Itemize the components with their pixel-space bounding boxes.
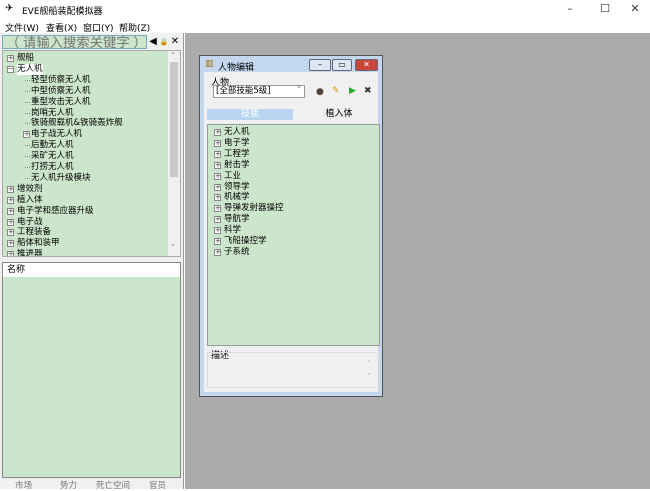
- expander-icon[interactable]: +: [7, 229, 14, 237]
- tree-connector: [25, 156, 30, 158]
- delete-icon[interactable]: ✖: [364, 86, 372, 96]
- tree-item[interactable]: 中型侦察无人机: [31, 86, 91, 97]
- dialog-close-button[interactable]: ✕: [355, 59, 378, 71]
- expander-icon[interactable]: +: [214, 216, 221, 224]
- minimize-button[interactable]: –: [555, 2, 585, 16]
- tree-item[interactable]: 植入体: [17, 195, 43, 206]
- expander-icon[interactable]: +: [7, 55, 14, 62]
- tab-implants[interactable]: 植入体: [296, 109, 382, 120]
- play-icon[interactable]: ▶: [349, 86, 356, 96]
- expander-icon[interactable]: −: [7, 65, 14, 73]
- dialog-minimize-button[interactable]: –: [309, 59, 331, 71]
- tab-market[interactable]: 市场: [15, 479, 32, 491]
- expander-icon[interactable]: +: [214, 150, 221, 158]
- skill-group-item[interactable]: 科学: [224, 225, 241, 236]
- dialog-icon: ▥: [205, 59, 214, 69]
- skill-group-item[interactable]: 子系统: [224, 247, 250, 258]
- tree-connector: [25, 112, 30, 114]
- tree-item[interactable]: 轻型侦察无人机: [31, 75, 91, 86]
- tree-item[interactable]: 后勤无人机: [31, 140, 74, 151]
- character-icon[interactable]: ●: [316, 87, 324, 97]
- description-box: [207, 352, 380, 388]
- tree-item[interactable]: 工程装备: [17, 227, 51, 238]
- chevron-down-icon: ˅: [296, 86, 301, 96]
- edit-icon[interactable]: ✎: [332, 86, 340, 96]
- expander-icon[interactable]: +: [214, 172, 221, 180]
- desc-scroll-down-icon[interactable]: ˅: [367, 373, 371, 381]
- expander-icon[interactable]: +: [7, 196, 14, 204]
- expander-icon[interactable]: +: [214, 194, 221, 202]
- expander-icon[interactable]: +: [7, 218, 14, 226]
- skill-group-item[interactable]: 射击学: [224, 160, 250, 171]
- tree-scrollbar-thumb[interactable]: [170, 62, 178, 177]
- expander-icon[interactable]: +: [23, 131, 30, 139]
- skill-group-item[interactable]: 领导学: [224, 182, 250, 193]
- tree-item[interactable]: 推进器: [17, 249, 43, 256]
- close-button[interactable]: ✕: [620, 2, 650, 16]
- tab-skills[interactable]: 技能: [207, 109, 293, 120]
- tab-faction[interactable]: 势力: [60, 479, 77, 491]
- expander-icon[interactable]: +: [214, 161, 221, 169]
- tree-connector: [25, 123, 30, 125]
- tree-item[interactable]: 打捞无人机: [31, 162, 74, 173]
- skill-group-item[interactable]: 工业: [224, 171, 241, 182]
- skill-group-item[interactable]: 机械学: [224, 192, 250, 203]
- maximize-button[interactable]: ☐: [590, 2, 620, 16]
- dialog-maximize-button[interactable]: ▭: [332, 59, 352, 71]
- app-icon: ✈: [5, 3, 14, 14]
- tree-item[interactable]: 无人机升级模块: [31, 173, 91, 184]
- expander-icon[interactable]: +: [214, 183, 221, 191]
- skill-group-item[interactable]: 导弹发射器操控: [224, 203, 284, 214]
- skill-tree[interactable]: + 无人机 + 电子学 + 工程学 + 射击学 + 工业 + 领导学 + 机械学 + 导弹发射器操控 + 导航学 +…: [207, 124, 380, 346]
- scroll-down-icon[interactable]: ˅: [171, 244, 175, 252]
- search-input[interactable]: [2, 35, 147, 49]
- expander-icon[interactable]: +: [7, 251, 14, 256]
- skill-group-item[interactable]: 导航学: [224, 214, 250, 225]
- tree-connector: [25, 90, 30, 92]
- expander-icon[interactable]: +: [214, 238, 221, 245]
- tree-connector: [25, 145, 30, 147]
- tab-deadspace[interactable]: 死亡空间: [96, 479, 130, 491]
- expander-icon[interactable]: +: [214, 227, 221, 235]
- scroll-up-icon[interactable]: ˄: [171, 52, 175, 60]
- expander-icon[interactable]: +: [214, 139, 221, 147]
- tree-item[interactable]: 无人机: [17, 63, 43, 75]
- tree-item[interactable]: 增效剂: [17, 184, 43, 195]
- lock-icon[interactable]: 🔒: [159, 35, 169, 49]
- tree-connector: [25, 167, 30, 168]
- skill-group-item[interactable]: 工程学: [224, 149, 250, 160]
- tree-connector: [25, 177, 30, 179]
- expander-icon[interactable]: +: [7, 240, 14, 248]
- tree-item[interactable]: 电子战无人机: [31, 129, 82, 140]
- tree-item[interactable]: 电子学和感应器升级: [17, 206, 94, 217]
- item-list[interactable]: [2, 262, 181, 478]
- tree-item[interactable]: 舰船: [17, 53, 34, 64]
- tab-officer[interactable]: 官员: [149, 479, 166, 491]
- list-column-name[interactable]: 名称: [3, 263, 180, 277]
- tree-item[interactable]: 铁骑舰载机&铁骑轰炸舰: [31, 118, 123, 129]
- item-tree[interactable]: + 舰船 − 无人机 轻型侦察无人机 中型侦察无人机 重型攻击无人机 岗哨无人机 铁骑舰载机&铁…: [2, 50, 181, 257]
- tree-connector: [25, 79, 30, 81]
- back-icon[interactable]: ◀: [148, 35, 158, 49]
- expander-icon[interactable]: +: [214, 129, 221, 136]
- skill-group-item[interactable]: 飞船操控学: [224, 236, 267, 247]
- character-select[interactable]: [全部技能5级] ˅: [213, 85, 305, 98]
- expander-icon[interactable]: +: [214, 205, 221, 213]
- expander-icon[interactable]: +: [214, 248, 221, 256]
- expander-icon[interactable]: +: [7, 185, 14, 193]
- clear-icon[interactable]: ✕: [170, 35, 180, 49]
- character-value: [全部技能5级]: [216, 86, 271, 96]
- app-title: EVE舰船装配模拟器: [22, 7, 103, 17]
- tree-connector: [25, 101, 30, 103]
- tree-item[interactable]: 电子战: [17, 217, 43, 228]
- tree-item[interactable]: 岗哨无人机: [31, 108, 74, 119]
- tree-item[interactable]: 船体和装甲: [17, 238, 60, 249]
- skill-group-item[interactable]: 无人机: [224, 127, 250, 138]
- skill-group-item[interactable]: 电子学: [224, 138, 250, 149]
- tree-item[interactable]: 采矿无人机: [31, 151, 74, 162]
- desc-scroll-up-icon[interactable]: ˄: [367, 360, 371, 368]
- expander-icon[interactable]: +: [7, 207, 14, 215]
- tree-item[interactable]: 重型攻击无人机: [31, 97, 91, 108]
